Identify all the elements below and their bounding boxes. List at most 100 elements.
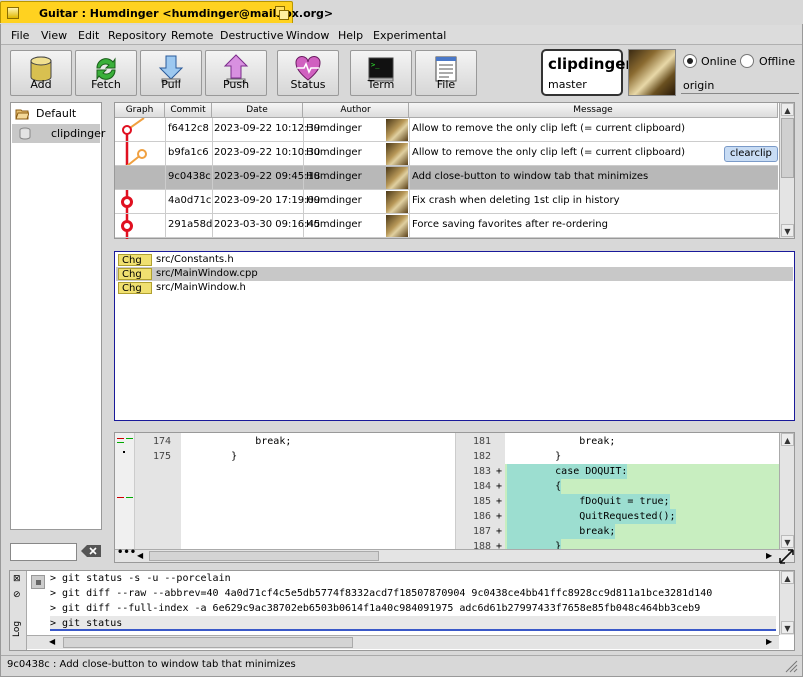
clear-filter-icon[interactable] — [80, 544, 102, 558]
scroll-down-icon[interactable]: ▼ — [781, 535, 794, 548]
menu-edit[interactable]: Edit — [78, 29, 99, 42]
close-icon[interactable] — [7, 7, 19, 19]
menu-window[interactable]: Window — [286, 29, 329, 42]
commit-author: Humdinger — [306, 171, 362, 182]
resize-grip-icon[interactable] — [785, 660, 798, 673]
add-button[interactable]: Add — [10, 50, 72, 96]
left-code-line: break; — [183, 436, 292, 447]
avatar — [628, 49, 676, 96]
log-stop-icon[interactable] — [31, 575, 45, 589]
repo-info-box: clipdinger master — [541, 49, 633, 96]
commit-hash: 9c0438c — [168, 171, 211, 182]
log-input-row[interactable] — [50, 616, 776, 631]
log-tab-label[interactable]: Log — [12, 621, 22, 637]
log-command-input[interactable]: > git status — [50, 616, 122, 631]
file-row[interactable]: Chg src/MainWindow.cpp — [116, 267, 793, 281]
repo-name: clipdinger — [548, 55, 633, 73]
commit-row[interactable]: 4a0d71c 2023-09-20 17:19:09 Humdinger Fi… — [115, 190, 778, 214]
commit-author: Humdinger — [306, 147, 362, 158]
diff-overview-map[interactable] — [115, 433, 135, 549]
scroll-up-icon[interactable]: ▲ — [781, 433, 794, 446]
left-line-number: 175 — [152, 451, 171, 462]
pull-button[interactable]: Pull — [140, 50, 202, 96]
author-avatar — [386, 215, 408, 237]
online-radio[interactable] — [683, 54, 697, 68]
scroll-down-icon[interactable]: ▼ — [781, 621, 794, 634]
hscroll-thumb[interactable] — [63, 637, 353, 648]
menu-experimental[interactable]: Experimental — [373, 29, 446, 42]
commit-date: 2023-09-20 17:19:09 — [214, 195, 321, 206]
col-header-author[interactable]: Author — [303, 103, 409, 118]
commit-hash: b9fa1c6 — [168, 147, 209, 158]
menu-file[interactable]: File — [11, 29, 29, 42]
status-button[interactable]: Status — [277, 50, 339, 96]
menu-help[interactable]: Help — [338, 29, 363, 42]
window-tab[interactable]: Guitar : Humdinger <humdinger@mailbox.or… — [0, 1, 333, 23]
scroll-left-icon[interactable]: ◀ — [137, 551, 143, 560]
offline-label: Offline — [759, 55, 796, 68]
col-header-date[interactable]: Date — [212, 103, 303, 118]
scroll-up-icon[interactable]: ▲ — [781, 571, 794, 584]
log-line: > git status -s -u --porcelain — [50, 573, 231, 584]
scroll-up-icon[interactable]: ▲ — [781, 103, 794, 116]
commit-author: Humdinger — [306, 219, 362, 230]
fetch-button[interactable]: Fetch — [75, 50, 137, 96]
sidebar-item-default[interactable]: Default — [12, 104, 100, 123]
status-bar: 9c0438c : Add close-button to window tab… — [1, 655, 802, 676]
commit-row[interactable]: 9c0438c 2023-09-22 09:45:18 Humdinger Ad… — [115, 166, 778, 190]
fullscreen-diff-icon[interactable] — [779, 549, 794, 564]
right-code-line: QuitRequested(); — [507, 509, 676, 524]
right-code-line: break; — [507, 524, 616, 539]
online-label: Online — [701, 55, 737, 68]
diff-mark: + — [496, 496, 503, 507]
commit-row[interactable]: b9fa1c6 2023-09-22 10:10:30 Humdinger Al… — [115, 142, 778, 166]
commit-message: Allow to remove the only clip left (= cu… — [412, 123, 686, 134]
log-line: > git diff --raw --abbrev=40 4a0d71cf4c5… — [50, 588, 713, 599]
status-label: Status — [290, 78, 326, 91]
hscroll-thumb[interactable] — [149, 551, 379, 561]
menu-view[interactable]: View — [41, 29, 67, 42]
col-header-commit[interactable]: Commit — [165, 103, 212, 118]
push-button[interactable]: Push — [205, 50, 267, 96]
log-scrollbar[interactable]: ▲ ▼ — [779, 571, 794, 635]
file-row[interactable]: Chg src/MainWindow.h — [116, 281, 793, 295]
menu-destructive[interactable]: Destructive — [220, 29, 283, 42]
more-options-icon[interactable]: ••• — [117, 547, 136, 558]
author-avatar — [386, 167, 408, 189]
right-line-number: 184 — [472, 481, 491, 492]
commit-date: 2023-03-30 09:16:45 — [214, 219, 321, 230]
commit-list-scrollbar[interactable]: ▲ ▼ — [779, 103, 794, 238]
diff-hscrollbar[interactable]: ••• ◀ ▶ — [115, 547, 794, 562]
branch-tag[interactable]: clearclip — [724, 146, 778, 162]
col-header-message[interactable]: Message — [409, 103, 778, 118]
commit-row[interactable]: 291a58d 2023-03-30 09:16:45 Humdinger Fo… — [115, 214, 778, 238]
sidebar-item-clipdinger[interactable]: clipdinger — [12, 124, 105, 143]
database-icon — [19, 127, 31, 140]
menu-repository[interactable]: Repository — [108, 29, 167, 42]
file-button[interactable]: File — [415, 50, 477, 96]
diff-scrollbar[interactable]: ▲ ▼ — [779, 433, 794, 549]
zoom-icon[interactable] — [275, 6, 289, 20]
right-code-line: } — [507, 539, 562, 549]
log-hscrollbar[interactable]: ◀ ▶ — [27, 635, 779, 649]
file-row[interactable]: Chg src/Constants.h — [116, 253, 793, 267]
scroll-right-icon[interactable]: ▶ — [766, 637, 772, 646]
scroll-down-icon[interactable]: ▼ — [781, 224, 794, 237]
author-avatar — [386, 143, 408, 165]
scroll-left-icon[interactable]: ◀ — [49, 637, 55, 646]
left-line-number: 174 — [152, 436, 171, 447]
clear-log-icon[interactable]: ⊘ — [13, 590, 21, 600]
scroll-thumb[interactable] — [781, 118, 794, 178]
commit-list: Graph Commit Date Author Message f6412c8… — [114, 102, 795, 239]
close-log-icon[interactable]: ⊠ — [13, 574, 21, 584]
scroll-right-icon[interactable]: ▶ — [766, 551, 772, 560]
term-button[interactable]: >_ Term — [350, 50, 412, 96]
col-header-graph[interactable]: Graph — [115, 103, 165, 118]
offline-radio[interactable] — [740, 54, 754, 68]
menu-remote[interactable]: Remote — [171, 29, 213, 42]
file-path: src/MainWindow.h — [156, 282, 246, 293]
repo-filter-input[interactable] — [10, 543, 77, 561]
sidebar-item-label: clipdinger — [51, 127, 106, 140]
log-side-tab: ⊠ ⊘ Log — [10, 571, 27, 650]
commit-row[interactable]: f6412c8 2023-09-22 10:12:39 Humdinger Al… — [115, 118, 778, 142]
